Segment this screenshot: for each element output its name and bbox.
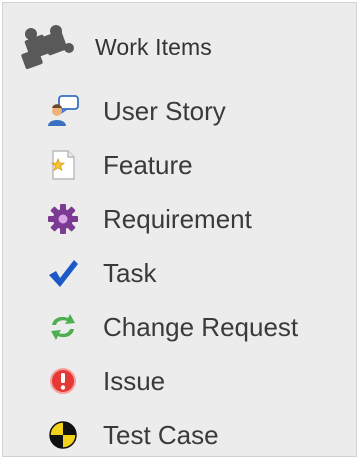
list-item-label: Test Case bbox=[103, 419, 219, 450]
list-item-label: Feature bbox=[103, 149, 193, 180]
change-request-icon bbox=[45, 309, 81, 345]
user-story-icon bbox=[45, 93, 81, 129]
list-item-change-request[interactable]: Change Request bbox=[45, 307, 298, 347]
work-items-title: Work Items bbox=[95, 33, 212, 60]
task-icon bbox=[45, 255, 81, 291]
list-item-label: Task bbox=[103, 257, 157, 288]
list-item-issue[interactable]: Issue bbox=[45, 361, 165, 401]
issue-icon bbox=[45, 363, 81, 399]
test-case-icon bbox=[45, 417, 81, 453]
list-item-feature[interactable]: Feature bbox=[45, 145, 193, 185]
list-item-label: Requirement bbox=[103, 203, 252, 234]
list-item-task[interactable]: Task bbox=[45, 253, 156, 293]
feature-icon bbox=[45, 147, 81, 183]
requirement-icon bbox=[45, 201, 81, 237]
list-item-label: Change Request bbox=[103, 311, 299, 342]
list-item-label: Issue bbox=[103, 365, 166, 396]
list-item-user-story[interactable]: User Story bbox=[45, 91, 226, 131]
work-items-header[interactable]: Work Items bbox=[17, 23, 212, 71]
work-items-panel: Work Items User Story Feature Requiremen… bbox=[2, 2, 357, 457]
list-item-label: User Story bbox=[103, 95, 226, 126]
list-item-test-case[interactable]: Test Case bbox=[45, 415, 219, 455]
list-item-requirement[interactable]: Requirement bbox=[45, 199, 252, 239]
puzzle-icon bbox=[17, 23, 75, 71]
